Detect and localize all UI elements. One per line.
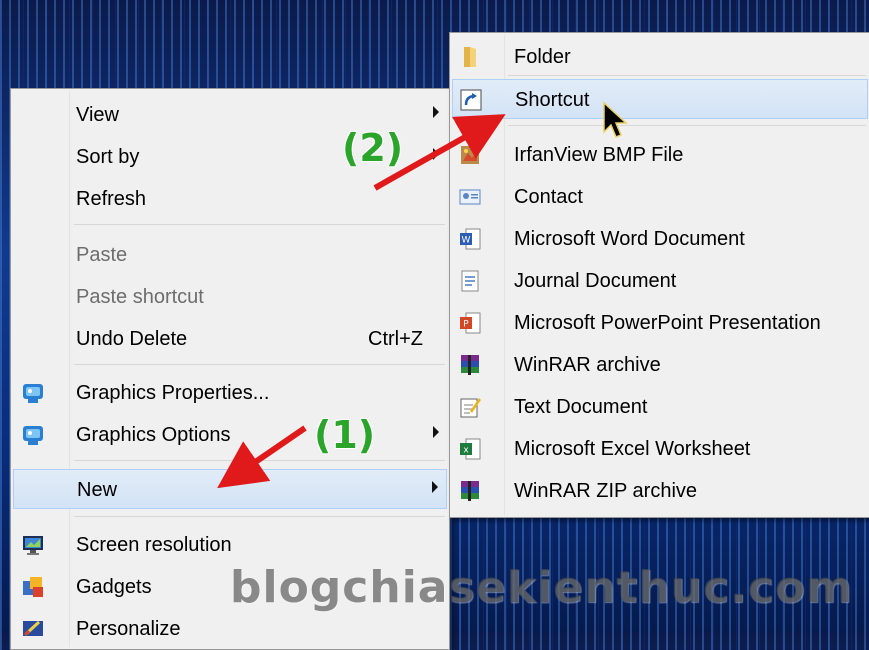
watermark: blogchiasekienthuc.com [230, 562, 853, 613]
annotation-step-2: (2) [342, 126, 404, 170]
mouse-cursor-icon [603, 101, 628, 138]
annotation-arrow-1 [217, 425, 307, 489]
annotation-overlay [217, 101, 628, 489]
annotation-step-1: (1) [314, 413, 376, 457]
